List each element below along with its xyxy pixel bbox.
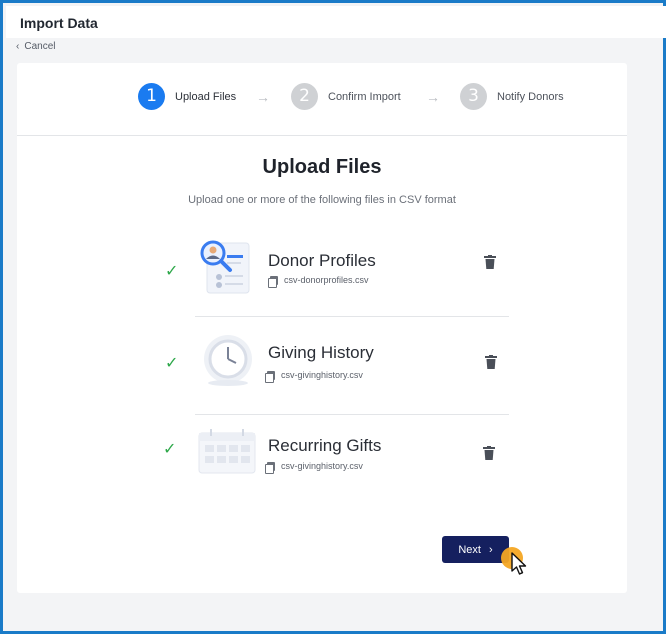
- step-confirm-import[interactable]: 2 Confirm Import: [291, 83, 401, 110]
- filename-text: csv-givinghistory.csv: [281, 461, 363, 471]
- step-number: 3: [460, 83, 487, 110]
- file-title: Donor Profiles: [268, 251, 376, 270]
- file-title: Giving History: [268, 343, 374, 362]
- step-label: Notify Donors: [497, 90, 564, 103]
- filename-text: csv-donorprofiles.csv: [284, 275, 369, 285]
- import-card: 1 Upload Files → 2 Confirm Import → 3 No…: [17, 63, 627, 593]
- step-number: 2: [291, 83, 318, 110]
- document-icon: [265, 370, 275, 383]
- next-label: Next: [458, 543, 481, 556]
- page-subtitle: Upload one or more of the following file…: [188, 194, 456, 206]
- step-number: 1: [138, 83, 165, 110]
- file-name: csv-givinghistory.csv: [265, 370, 363, 383]
- title-bar: Import Data: [6, 6, 666, 38]
- trash-icon[interactable]: [484, 255, 496, 269]
- chevron-right-icon: ›: [488, 543, 493, 556]
- trash-icon[interactable]: [483, 446, 495, 460]
- step-label: Confirm Import: [328, 90, 401, 103]
- file-row-donor-profiles: ✓ Donor Profiles csv-donorprofiles.csv: [17, 233, 627, 313]
- file-name: csv-givinghistory.csv: [265, 461, 363, 474]
- trash-icon[interactable]: [485, 355, 497, 369]
- cancel-link[interactable]: ‹ Cancel: [16, 41, 55, 52]
- check-icon: ✓: [165, 263, 179, 280]
- step-notify-donors[interactable]: 3 Notify Donors: [460, 83, 564, 110]
- step-label: Upload Files: [175, 90, 237, 103]
- divider: [195, 414, 509, 415]
- file-title: Recurring Gifts: [268, 436, 382, 455]
- file-name: csv-donorprofiles.csv: [268, 275, 369, 288]
- step-upload-files[interactable]: 1 Upload Files: [138, 83, 236, 110]
- mouse-cursor-icon: [511, 552, 527, 575]
- step-arrow-icon: →: [426, 89, 440, 105]
- document-icon: [265, 461, 275, 474]
- profile-search-icon: [200, 240, 250, 294]
- stepper: 1 Upload Files → 2 Confirm Import → 3 No…: [17, 63, 627, 136]
- step-arrow-icon: →: [256, 89, 270, 105]
- check-icon: ✓: [165, 355, 179, 372]
- filename-text: csv-givinghistory.csv: [281, 370, 363, 380]
- chevron-left-icon: ‹: [16, 41, 20, 52]
- file-row-giving-history: ✓ Giving History csv-givinghistory.csv: [17, 331, 627, 411]
- next-button[interactable]: Next ›: [442, 536, 509, 563]
- cancel-label: Cancel: [24, 41, 56, 52]
- file-row-recurring-gifts: ✓ Recurring Gifts csv-givinghistory.csv: [17, 425, 627, 505]
- clock-icon: [204, 335, 252, 386]
- page-title: Upload Files: [262, 156, 382, 178]
- divider: [195, 316, 509, 317]
- calendar-icon: [198, 429, 256, 474]
- document-icon: [268, 275, 278, 288]
- window-title: Import Data: [20, 15, 98, 31]
- check-icon: ✓: [163, 441, 177, 458]
